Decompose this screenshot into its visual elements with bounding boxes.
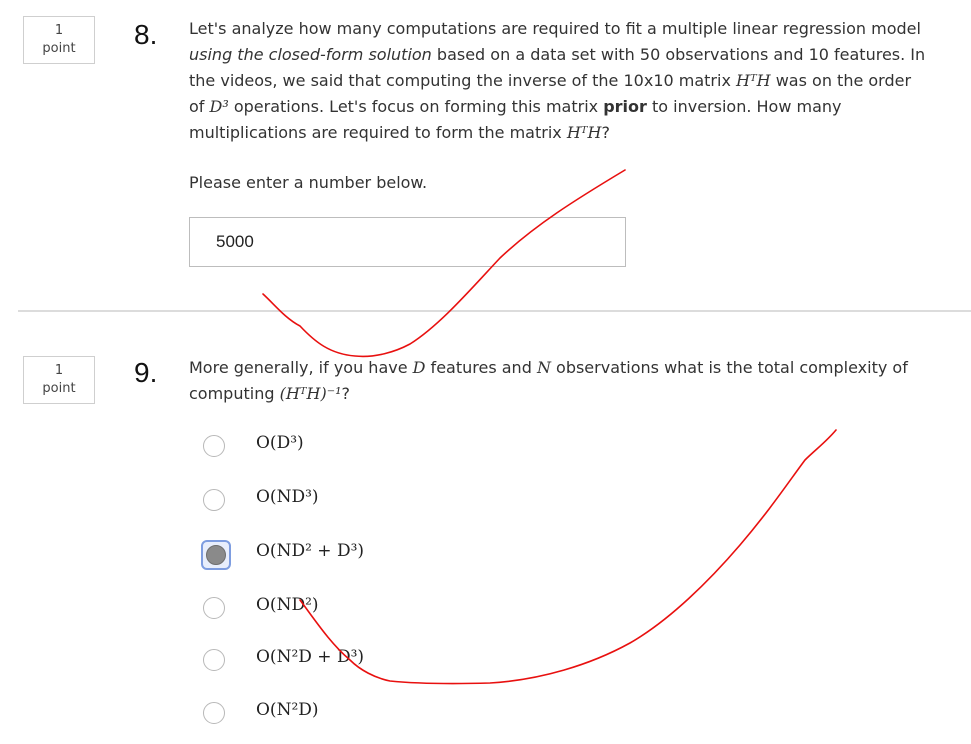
question-8: 1 point 8. Let's analyze how many comput… [0, 0, 971, 300]
points-label: point [42, 41, 76, 56]
radio-button[interactable] [203, 649, 225, 671]
points-value: 1 [54, 363, 64, 378]
answer-input[interactable] [189, 217, 626, 267]
option-o-n2d[interactable]: O(N²D) [200, 696, 600, 730]
question-number: 8. [134, 19, 158, 50]
option-o-n2d-plus-d3[interactable]: O(N²D + D³) [200, 643, 600, 677]
radio-button[interactable] [203, 702, 225, 724]
answer-prompt: Please enter a number below. [189, 173, 428, 192]
radio-button[interactable] [203, 597, 225, 619]
option-o-nd2-plus-d3[interactable]: O(ND² + D³) [200, 537, 600, 571]
option-o-d3[interactable]: O(D³) [200, 429, 600, 463]
option-label: O(N²D + D³) [256, 647, 365, 667]
points-box: 1 point [23, 356, 95, 404]
points-value: 1 [54, 23, 64, 38]
option-label: O(D³) [256, 433, 304, 453]
option-o-nd3[interactable]: O(ND³) [200, 483, 600, 517]
option-label: O(ND³) [256, 487, 319, 507]
question-9: 1 point 9. More generally, if you have D… [0, 340, 971, 744]
option-label: O(N²D) [256, 700, 319, 720]
question-text: More generally, if you have D features a… [189, 358, 908, 403]
radio-button[interactable] [203, 489, 225, 511]
question-text: Let's analyze how many computations are … [189, 19, 926, 142]
radio-button-selected[interactable] [201, 540, 231, 570]
points-label: point [42, 381, 76, 396]
radio-button[interactable] [203, 435, 225, 457]
option-o-nd2[interactable]: O(ND²) [200, 591, 600, 625]
question-number: 9. [134, 357, 158, 388]
question-divider [18, 310, 971, 312]
option-label: O(ND²) [256, 595, 319, 615]
points-box: 1 point [23, 16, 95, 64]
option-label: O(ND² + D³) [256, 541, 365, 561]
